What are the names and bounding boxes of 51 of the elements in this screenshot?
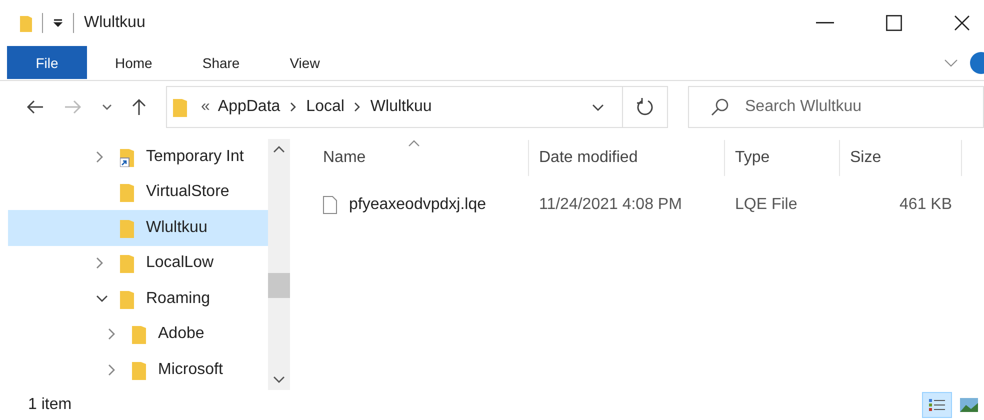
scroll-up-icon[interactable]: [273, 145, 285, 153]
up-arrow-icon[interactable]: [132, 98, 146, 116]
breadcrumb[interactable]: AppData: [218, 98, 280, 116]
back-arrow-icon[interactable]: [26, 100, 44, 114]
chevron-right-icon[interactable]: [290, 102, 296, 112]
details-view-button[interactable]: [922, 392, 952, 418]
chevron-down-icon[interactable]: [592, 104, 604, 110]
maximize-icon[interactable]: [886, 14, 902, 30]
window-title: Wlultkuu: [84, 14, 146, 32]
help-icon[interactable]: [970, 52, 984, 74]
scroll-down-icon[interactable]: [273, 376, 285, 384]
column-header[interactable]: Type: [725, 140, 840, 176]
table-cell-text: LQE File: [734, 196, 798, 214]
ribbon-tab[interactable]: View: [268, 46, 342, 79]
minimize-icon[interactable]: [816, 22, 834, 24]
breadcrumb[interactable]: Wlultkuu: [370, 98, 432, 116]
file-row[interactable]: pfyeaxeodvpdxj.lqe 11/24/2021 4:08 PM LQE File 461 KB: [313, 187, 984, 223]
search-icon: [711, 98, 729, 116]
ribbon-tab[interactable]: Home: [93, 46, 174, 79]
tree-item[interactable]: Adobe: [8, 316, 268, 352]
column-header[interactable]: Name: [313, 140, 529, 176]
tree-item[interactable]: Wlultkuu: [8, 210, 268, 246]
landscape-icon: [960, 398, 978, 412]
tree-item[interactable]: VirtualStore: [8, 174, 268, 210]
ribbon-tab[interactable]: File: [7, 46, 87, 79]
address-bar[interactable]: « AppData Local Wlultkuu: [166, 86, 668, 128]
breadcrumb-overflow[interactable]: «: [201, 98, 210, 116]
tree-item[interactable]: Temporary Int: [8, 139, 268, 174]
table-cell-text: 461 KB: [898, 196, 953, 214]
folder-icon: [20, 14, 32, 32]
table-cell: pfyeaxeodvpdxj.lqe: [313, 196, 529, 214]
tree-item[interactable]: Microsoft: [8, 352, 268, 388]
chevron-down-icon[interactable]: [102, 104, 112, 110]
chevron-right-icon[interactable]: [354, 102, 360, 112]
table-cell-text: 11/24/2021 4:08 PM: [538, 196, 683, 214]
scrollbar[interactable]: [268, 139, 290, 390]
tree-item[interactable]: Roaming: [8, 281, 268, 316]
details-list-icon: [928, 398, 946, 412]
column-header[interactable]: Date modified: [529, 140, 725, 176]
column-header[interactable]: Size: [840, 140, 962, 176]
folder-icon: [173, 97, 187, 117]
breadcrumb[interactable]: Local: [306, 98, 344, 116]
status-text: 1 item: [28, 396, 72, 414]
close-icon[interactable]: [954, 14, 970, 30]
refresh-icon: [636, 98, 654, 116]
tree-item[interactable]: LocalLow: [8, 246, 268, 281]
dropdown-arrow-icon[interactable]: [53, 18, 63, 28]
ribbon-tab[interactable]: Share: [180, 46, 262, 79]
search-box[interactable]: Search Wlultkuu: [688, 86, 984, 128]
file-icon: [323, 196, 337, 214]
scroll-thumb[interactable]: [268, 273, 290, 298]
